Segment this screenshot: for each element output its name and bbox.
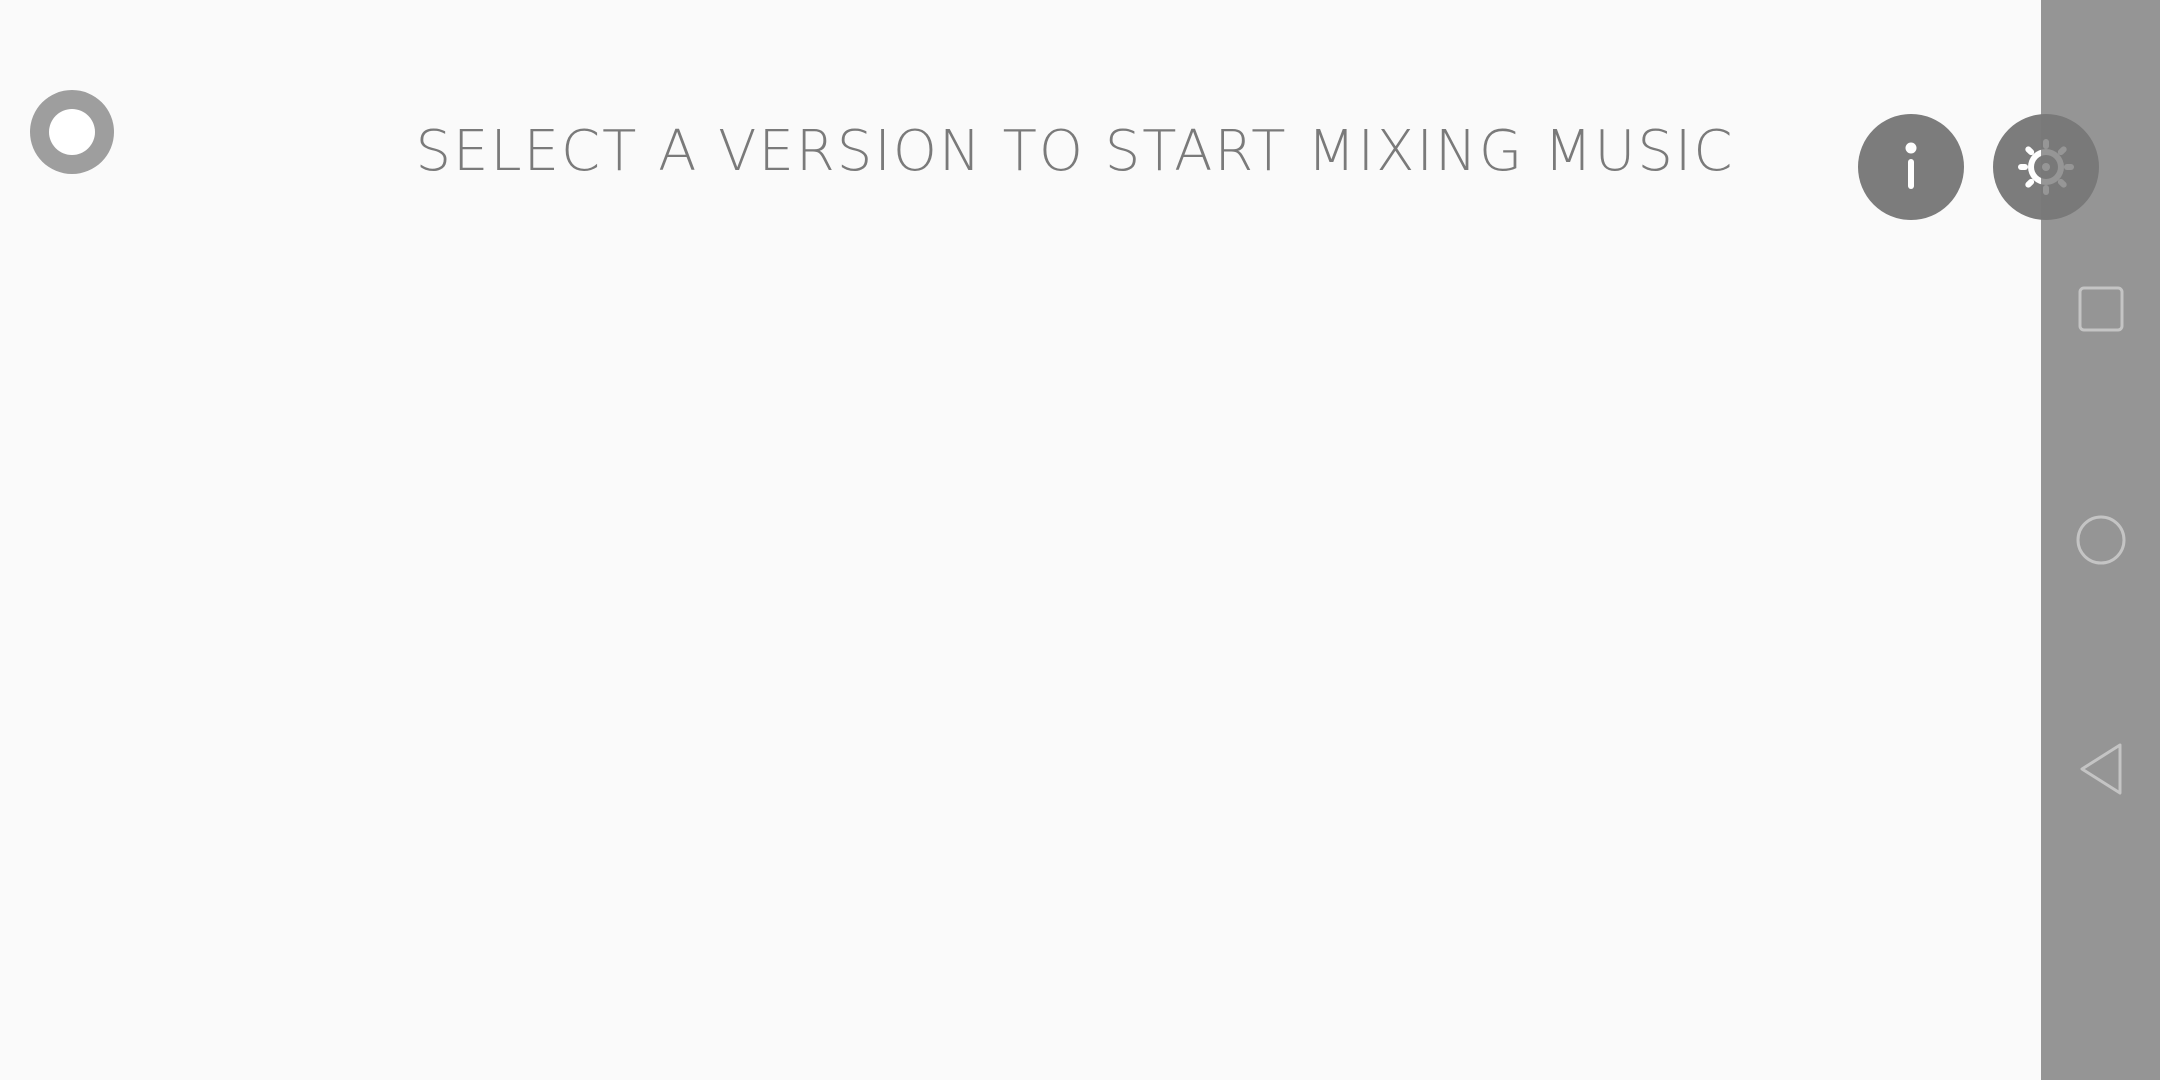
back-button[interactable] [2041, 724, 2160, 814]
system-nav-bar [2041, 0, 2160, 1080]
info-icon [1905, 142, 1917, 189]
recents-button[interactable] [2041, 264, 2160, 354]
screen: SELECT A VERSION TO START MIXING MUSIC [0, 0, 2160, 1080]
info-button[interactable] [1858, 114, 1964, 220]
page-title: SELECT A VERSION TO START MIXING MUSIC [415, 119, 1735, 184]
circle-icon [2076, 515, 2125, 565]
home-button[interactable] [2041, 495, 2160, 585]
record-indicator-icon[interactable] [30, 90, 114, 174]
square-icon [2078, 286, 2123, 332]
triangle-back-icon [2080, 743, 2121, 795]
record-indicator-dot [49, 109, 95, 155]
app-content: SELECT A VERSION TO START MIXING MUSIC [0, 0, 2099, 1080]
